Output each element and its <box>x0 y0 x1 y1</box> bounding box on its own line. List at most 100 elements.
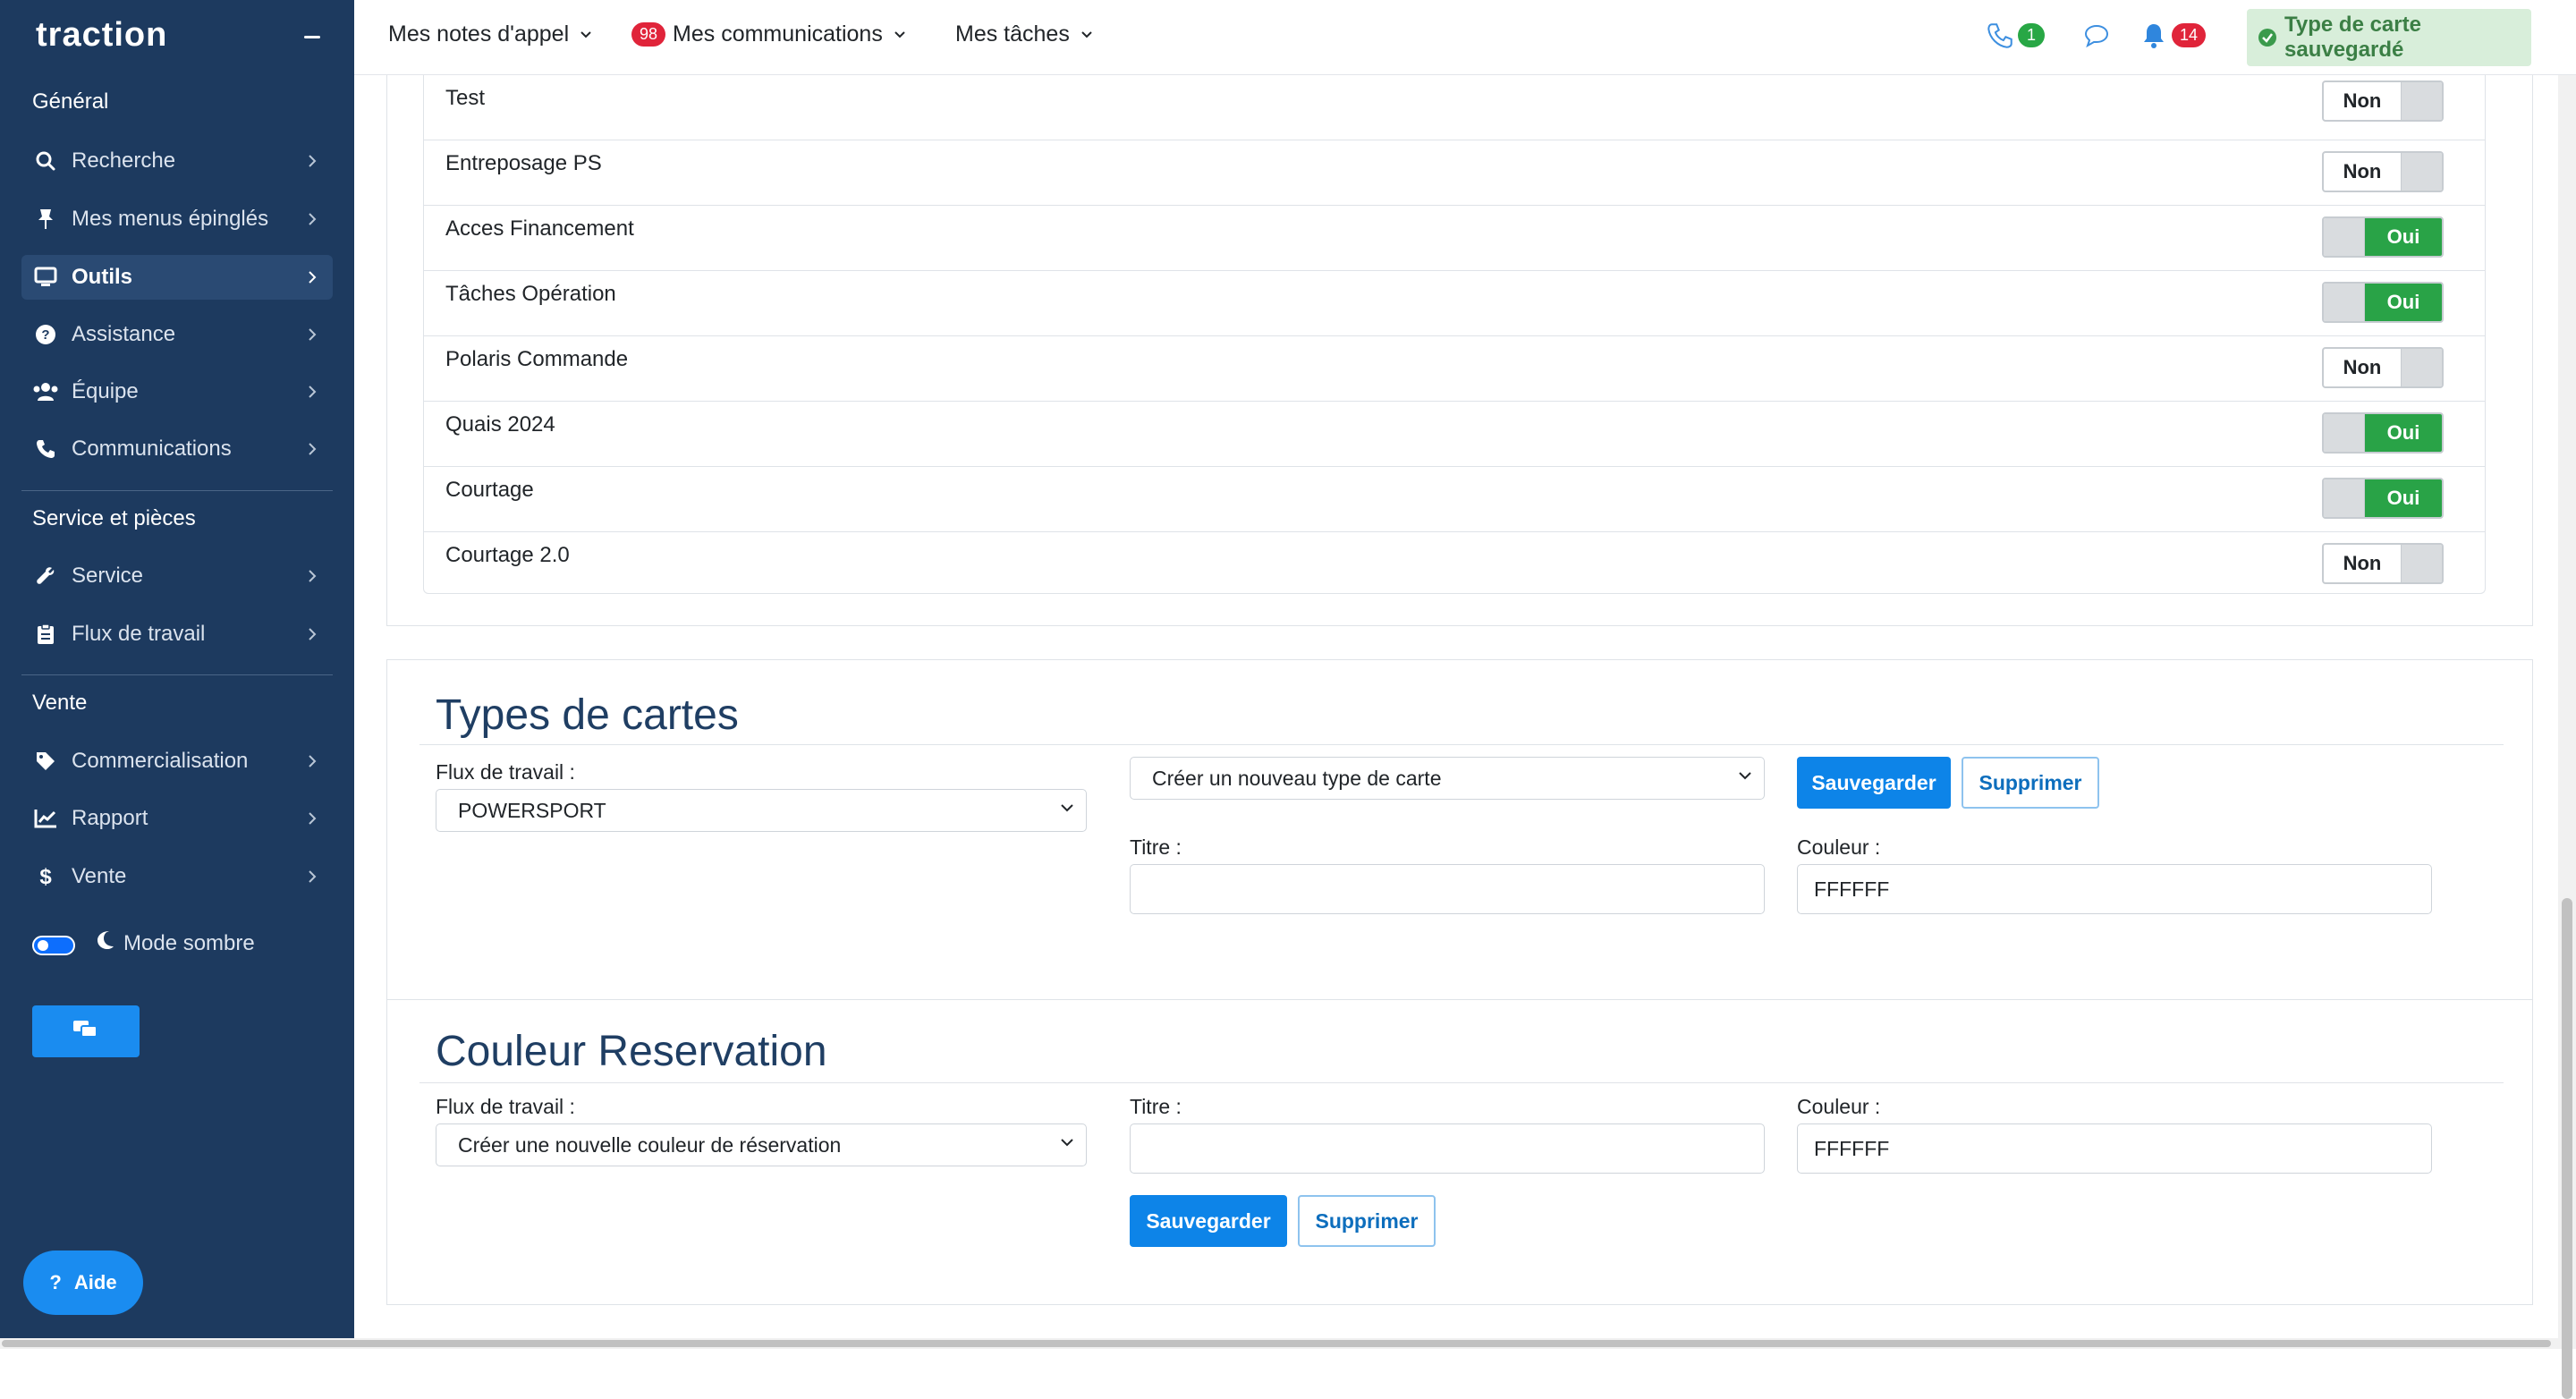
toggle-switch[interactable]: Oui <box>2322 282 2444 323</box>
sidebar-item-recherche[interactable]: Recherche <box>21 139 333 183</box>
menu-mes-communications[interactable]: 98 Mes communications <box>631 21 906 47</box>
main-content: Test Non Entreposage PS Non Acces Financ… <box>354 75 2558 1349</box>
phone-icon <box>32 436 59 462</box>
sidebar-item-label: Mes menus épinglés <box>72 207 269 231</box>
toggle-switch[interactable]: Non <box>2322 81 2444 122</box>
help-button[interactable]: ? Aide <box>23 1251 143 1315</box>
app-logo[interactable]: traction <box>36 16 167 55</box>
delete-reservation-color-button[interactable]: Supprimer <box>1298 1195 1436 1247</box>
chevron-right-icon <box>302 867 322 886</box>
toggle-knob <box>2401 545 2442 582</box>
toggle-switch[interactable]: Non <box>2322 543 2444 584</box>
list-item: Entreposage PS Non <box>424 140 2485 206</box>
types-cartes-card: Types de cartes Flux de travail : POWERS… <box>386 659 2533 1042</box>
scrollbar-thumb[interactable] <box>2562 898 2572 1399</box>
chevron-right-icon <box>302 566 322 586</box>
menu-mes-notes-appel[interactable]: Mes notes d'appel <box>388 21 592 47</box>
sidebar-item-label: Vente <box>72 864 127 888</box>
sidebar-item-communications[interactable]: Communications <box>21 427 333 471</box>
couleur-input[interactable]: FFFFFF <box>1797 864 2432 914</box>
list-item: Test Non <box>424 75 2485 140</box>
comments-icon <box>72 1019 99 1045</box>
card-type-select[interactable]: Créer un nouveau type de carte <box>1130 757 1765 800</box>
chevron-down-icon <box>1737 770 1753 781</box>
titre-input[interactable] <box>1130 864 1765 914</box>
sidebar-item-commercialisation[interactable]: Commercialisation <box>21 739 333 784</box>
toggle-state: Oui <box>2365 218 2442 256</box>
communications-badge: 98 <box>631 22 666 47</box>
toggle-switch[interactable]: Oui <box>2322 412 2444 454</box>
couleur-reservation-card: Couleur Reservation Flux de travail : Cr… <box>386 999 2533 1305</box>
chat-button[interactable] <box>32 1005 140 1057</box>
delete-card-type-button[interactable]: Supprimer <box>1962 757 2099 809</box>
chevron-down-icon <box>1059 1137 1075 1148</box>
chat-bubble-icon[interactable] <box>2082 21 2111 50</box>
phone-icon[interactable] <box>1986 21 2014 50</box>
toggle-state: Non <box>2343 89 2382 112</box>
toggle-switch[interactable]: Oui <box>2322 216 2444 258</box>
card-title: Types de cartes <box>436 691 739 739</box>
sidebar-item-outils[interactable]: Outils <box>21 255 333 300</box>
question-circle-icon: ? <box>32 321 59 348</box>
reservation-color-select[interactable]: Créer une nouvelle couleur de réservatio… <box>436 1123 1087 1166</box>
item-label: Entreposage PS <box>445 151 602 175</box>
menu-label: Mes notes d'appel <box>388 21 570 47</box>
scrollbar-thumb[interactable] <box>2 1340 2551 1347</box>
chevron-down-icon <box>1059 802 1075 813</box>
list-item: Tâches Opération Oui <box>424 271 2485 336</box>
help-label: Aide <box>73 1271 117 1293</box>
settings-panel: Test Non Entreposage PS Non Acces Financ… <box>386 75 2533 626</box>
couleur-input[interactable]: FFFFFF <box>1797 1123 2432 1174</box>
toggle-state: Non <box>2343 552 2382 574</box>
couleur-label: Couleur : <box>1797 1095 1881 1118</box>
success-toast: Type de carte sauvegardé <box>2247 9 2531 66</box>
save-reservation-color-button[interactable]: Sauvegarder <box>1130 1195 1287 1247</box>
menu-mes-taches[interactable]: Mes tâches <box>955 21 1093 47</box>
toggle-switch[interactable]: Non <box>2322 151 2444 192</box>
sidebar-item-label: Outils <box>72 265 133 289</box>
toggle-state: Oui <box>2365 414 2442 452</box>
dollar-icon: $ <box>32 863 59 890</box>
collapse-sidebar-icon[interactable] <box>304 36 320 38</box>
toggle-knob <box>2401 349 2442 386</box>
sidebar-item-service[interactable]: Service <box>21 554 333 598</box>
dark-mode-text: Mode sombre <box>123 930 255 955</box>
list-item: Courtage Oui <box>424 467 2485 532</box>
toggle-switch[interactable]: Oui <box>2322 478 2444 519</box>
toggle-switch[interactable]: Non <box>2322 347 2444 388</box>
sidebar-item-rapport[interactable]: Rapport <box>21 796 333 841</box>
save-card-type-button[interactable]: Sauvegarder <box>1797 757 1951 809</box>
sidebar-item-flux-de-travail[interactable]: Flux de travail <box>21 612 333 657</box>
titre-label: Titre : <box>1130 835 1182 859</box>
sidebar-item-label: Communications <box>72 437 232 461</box>
list-item: Quais 2024 Oui <box>424 402 2485 467</box>
workflow-select[interactable]: POWERSPORT <box>436 789 1087 832</box>
titre-input[interactable] <box>1130 1123 1765 1174</box>
section-title-general: Général <box>32 89 109 114</box>
chevron-down-icon <box>1080 30 1093 39</box>
list-item: Polaris Commande Non <box>424 336 2485 402</box>
search-icon <box>32 148 59 174</box>
toggle-state: Oui <box>2365 284 2442 321</box>
sidebar-item-label: Recherche <box>72 148 176 173</box>
item-label: Quais 2024 <box>445 412 555 437</box>
sidebar-item-equipe[interactable]: Équipe <box>21 369 333 414</box>
select-value: Créer un nouveau type de carte <box>1152 766 1442 790</box>
notifications-badge: 14 <box>2172 23 2207 47</box>
sidebar-item-vente[interactable]: $ Vente <box>21 854 333 899</box>
logo-row: traction <box>0 0 354 73</box>
bell-icon[interactable] <box>2140 21 2168 50</box>
vertical-scrollbar[interactable] <box>2558 75 2576 1399</box>
chart-line-icon <box>32 805 59 832</box>
dark-mode-toggle[interactable] <box>32 936 75 955</box>
sidebar-item-menus-epingles[interactable]: Mes menus épinglés <box>21 197 333 242</box>
monitor-icon <box>32 264 59 291</box>
svg-text:$: $ <box>39 865 52 888</box>
sidebar-item-assistance[interactable]: ? Assistance <box>21 312 333 357</box>
horizontal-scrollbar[interactable] <box>0 1338 2558 1349</box>
sidebar: traction Général Recherche Mes menus épi… <box>0 0 354 1349</box>
card-title: Couleur Reservation <box>436 1028 827 1075</box>
toggle-knob <box>2324 414 2365 452</box>
dark-mode-label: Mode sombre <box>97 930 255 956</box>
item-label: Courtage <box>445 478 534 502</box>
